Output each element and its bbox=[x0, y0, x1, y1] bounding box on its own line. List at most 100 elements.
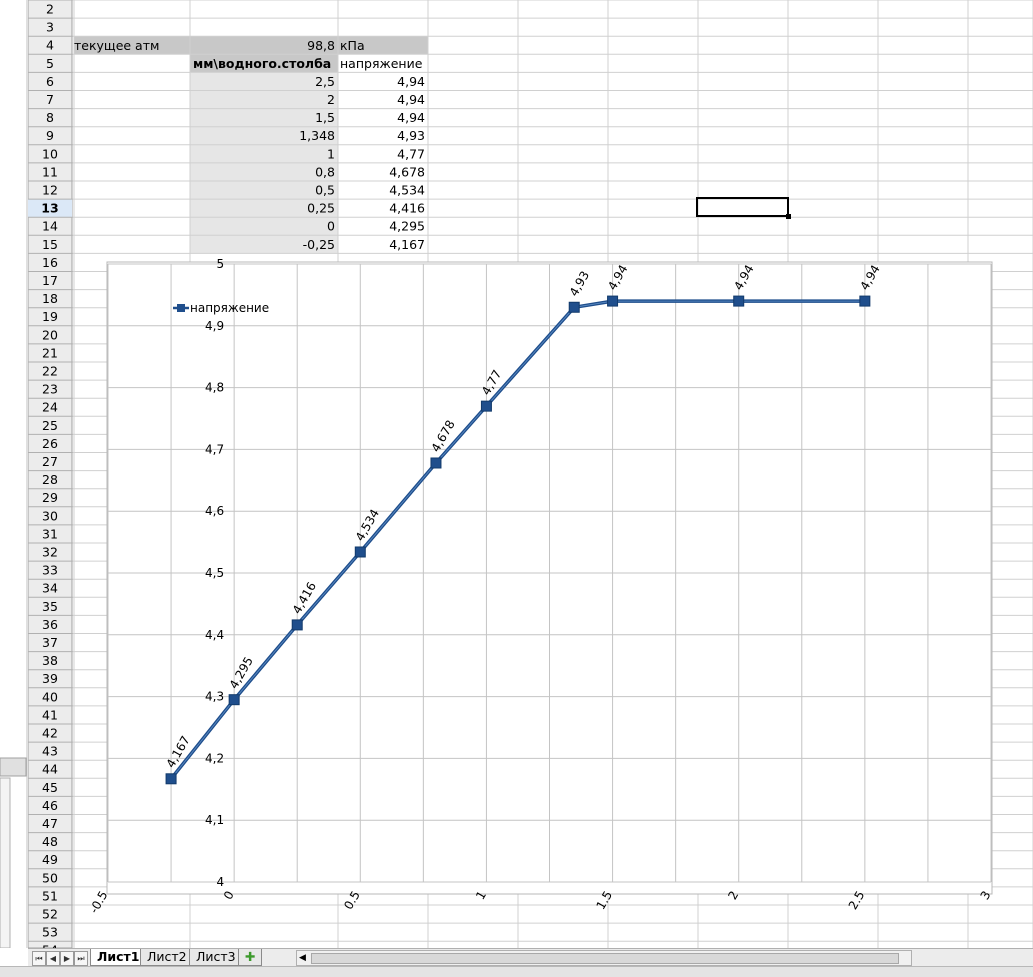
tab-sheet2[interactable]: Лист2 bbox=[140, 949, 194, 966]
row-header[interactable]: 38 bbox=[42, 653, 58, 668]
row-header[interactable]: 30 bbox=[42, 508, 58, 523]
data-point[interactable] bbox=[354, 546, 366, 558]
spreadsheet-canvas[interactable]: текущее атм 98,8 кПа мм\водного.столба н… bbox=[0, 0, 1033, 948]
row-header[interactable]: 8 bbox=[46, 110, 54, 125]
last-sheet-button[interactable]: ⏭ bbox=[74, 951, 88, 966]
row-header[interactable]: 9 bbox=[46, 128, 54, 143]
row-header[interactable]: 40 bbox=[42, 689, 58, 704]
scroll-thumb[interactable] bbox=[311, 953, 899, 964]
row-header[interactable]: 18 bbox=[42, 291, 58, 306]
row-header[interactable]: 42 bbox=[42, 726, 58, 741]
row-header[interactable]: 39 bbox=[42, 671, 58, 686]
cell-header-water-column[interactable]: мм\водного.столба bbox=[193, 56, 331, 71]
row-header[interactable]: 36 bbox=[42, 617, 58, 632]
data-point[interactable] bbox=[859, 295, 871, 307]
row-header[interactable]: 21 bbox=[42, 345, 58, 360]
row-header[interactable]: 16 bbox=[42, 255, 58, 270]
row-header[interactable]: 37 bbox=[42, 635, 58, 650]
scroll-left-icon[interactable]: ◀ bbox=[299, 951, 306, 965]
row-header[interactable]: 24 bbox=[42, 400, 58, 415]
row-header[interactable]: 48 bbox=[42, 834, 58, 849]
data-point[interactable] bbox=[430, 457, 442, 469]
cell-header-voltage[interactable]: напряжение bbox=[340, 56, 423, 71]
cell-water-column-value[interactable]: -0,25 bbox=[303, 237, 335, 252]
row-header[interactable]: 25 bbox=[42, 418, 58, 433]
row-header[interactable]: 52 bbox=[42, 907, 58, 922]
data-point[interactable] bbox=[733, 295, 745, 307]
row-header[interactable]: 33 bbox=[42, 563, 58, 578]
row-header[interactable]: 29 bbox=[42, 490, 58, 505]
selection-fill-handle[interactable] bbox=[786, 214, 791, 219]
row-header[interactable]: 53 bbox=[42, 925, 58, 940]
row-header[interactable]: 49 bbox=[42, 852, 58, 867]
row-header[interactable]: 17 bbox=[42, 273, 58, 288]
row-headers[interactable]: 2345678910111213141516171819202122232425… bbox=[0, 0, 73, 948]
data-point[interactable] bbox=[228, 694, 240, 706]
row-header[interactable]: 23 bbox=[42, 382, 58, 397]
horizontal-scrollbar[interactable]: ◀ bbox=[296, 950, 912, 966]
row-header[interactable]: 20 bbox=[42, 327, 58, 342]
row-header[interactable]: 3 bbox=[46, 20, 54, 35]
first-sheet-button[interactable]: ⏮ bbox=[32, 951, 46, 966]
row-header[interactable]: 15 bbox=[42, 237, 58, 252]
row-header[interactable]: 14 bbox=[42, 219, 58, 234]
data-point[interactable] bbox=[568, 301, 580, 313]
row-header[interactable]: 51 bbox=[42, 888, 58, 903]
row-header[interactable]: 32 bbox=[42, 545, 58, 560]
row-header[interactable]: 46 bbox=[42, 798, 58, 813]
cell-voltage-value[interactable]: 4,77 bbox=[397, 146, 425, 161]
cell-water-column-value[interactable]: 0 bbox=[327, 219, 335, 234]
cell-water-column-value[interactable]: 0,5 bbox=[315, 183, 335, 198]
cell-voltage-value[interactable]: 4,534 bbox=[389, 183, 425, 198]
cell-voltage-value[interactable]: 4,93 bbox=[397, 128, 425, 143]
cell-voltage-value[interactable]: 4,167 bbox=[389, 237, 425, 252]
tab-sheet1[interactable]: Лист1 bbox=[90, 949, 147, 966]
row-header[interactable]: 35 bbox=[42, 599, 58, 614]
cell-voltage-value[interactable]: 4,678 bbox=[389, 164, 425, 179]
chart[interactable]: 44,14,24,34,44,54,64,74,84,95-0.5 0 0.5 1 1.… bbox=[87, 257, 994, 916]
cell-water-column-value[interactable]: 1 bbox=[327, 146, 335, 161]
row-header[interactable]: 45 bbox=[42, 780, 58, 795]
row-header[interactable]: 13 bbox=[41, 201, 58, 216]
row-header[interactable]: 26 bbox=[42, 436, 58, 451]
row-header[interactable]: 10 bbox=[42, 146, 58, 161]
data-point[interactable] bbox=[165, 773, 177, 785]
next-sheet-button[interactable]: ▶ bbox=[60, 951, 74, 966]
cell-water-column-value[interactable]: 0,8 bbox=[315, 164, 335, 179]
data-point[interactable] bbox=[291, 619, 303, 631]
tab-sheet3[interactable]: Лист3 bbox=[189, 949, 243, 966]
cell-water-column-value[interactable]: 2,5 bbox=[315, 74, 335, 89]
row-header[interactable]: 44 bbox=[42, 762, 58, 777]
row-header[interactable]: 31 bbox=[42, 526, 58, 541]
row-header[interactable]: 34 bbox=[42, 581, 58, 596]
add-sheet-button[interactable]: ✚ bbox=[238, 949, 263, 966]
row-header[interactable]: 6 bbox=[46, 74, 54, 89]
cell-water-column-value[interactable]: 1,348 bbox=[299, 128, 335, 143]
row-header[interactable]: 12 bbox=[42, 183, 58, 198]
cell-water-column-value[interactable]: 2 bbox=[327, 92, 335, 107]
data-point[interactable] bbox=[607, 295, 619, 307]
prev-sheet-button[interactable]: ◀ bbox=[46, 951, 60, 966]
cell-voltage-value[interactable]: 4,295 bbox=[389, 219, 425, 234]
cell-voltage-value[interactable]: 4,94 bbox=[397, 92, 425, 107]
cell-atm-unit[interactable]: кПа bbox=[340, 38, 365, 53]
row-header[interactable]: 4 bbox=[46, 38, 54, 53]
cell-voltage-value[interactable]: 4,94 bbox=[397, 110, 425, 125]
cell-voltage-value[interactable]: 4,416 bbox=[389, 201, 425, 216]
data-point[interactable] bbox=[480, 400, 492, 412]
row-header[interactable]: 22 bbox=[42, 364, 58, 379]
cell-water-column-value[interactable]: 0,25 bbox=[307, 201, 335, 216]
row-header[interactable]: 41 bbox=[42, 707, 58, 722]
row-header[interactable]: 50 bbox=[42, 870, 58, 885]
row-header[interactable]: 27 bbox=[42, 454, 58, 469]
row-header[interactable]: 2 bbox=[46, 2, 54, 17]
cell-atm-value[interactable]: 98,8 bbox=[307, 38, 335, 53]
selected-cell[interactable] bbox=[696, 197, 789, 217]
row-header[interactable]: 5 bbox=[46, 56, 54, 71]
row-header[interactable]: 11 bbox=[42, 164, 58, 179]
row-header[interactable]: 47 bbox=[42, 816, 58, 831]
cell-water-column-value[interactable]: 1,5 bbox=[315, 110, 335, 125]
row-header[interactable]: 19 bbox=[42, 309, 58, 324]
row-header[interactable]: 28 bbox=[42, 472, 58, 487]
row-header[interactable]: 7 bbox=[46, 92, 54, 107]
